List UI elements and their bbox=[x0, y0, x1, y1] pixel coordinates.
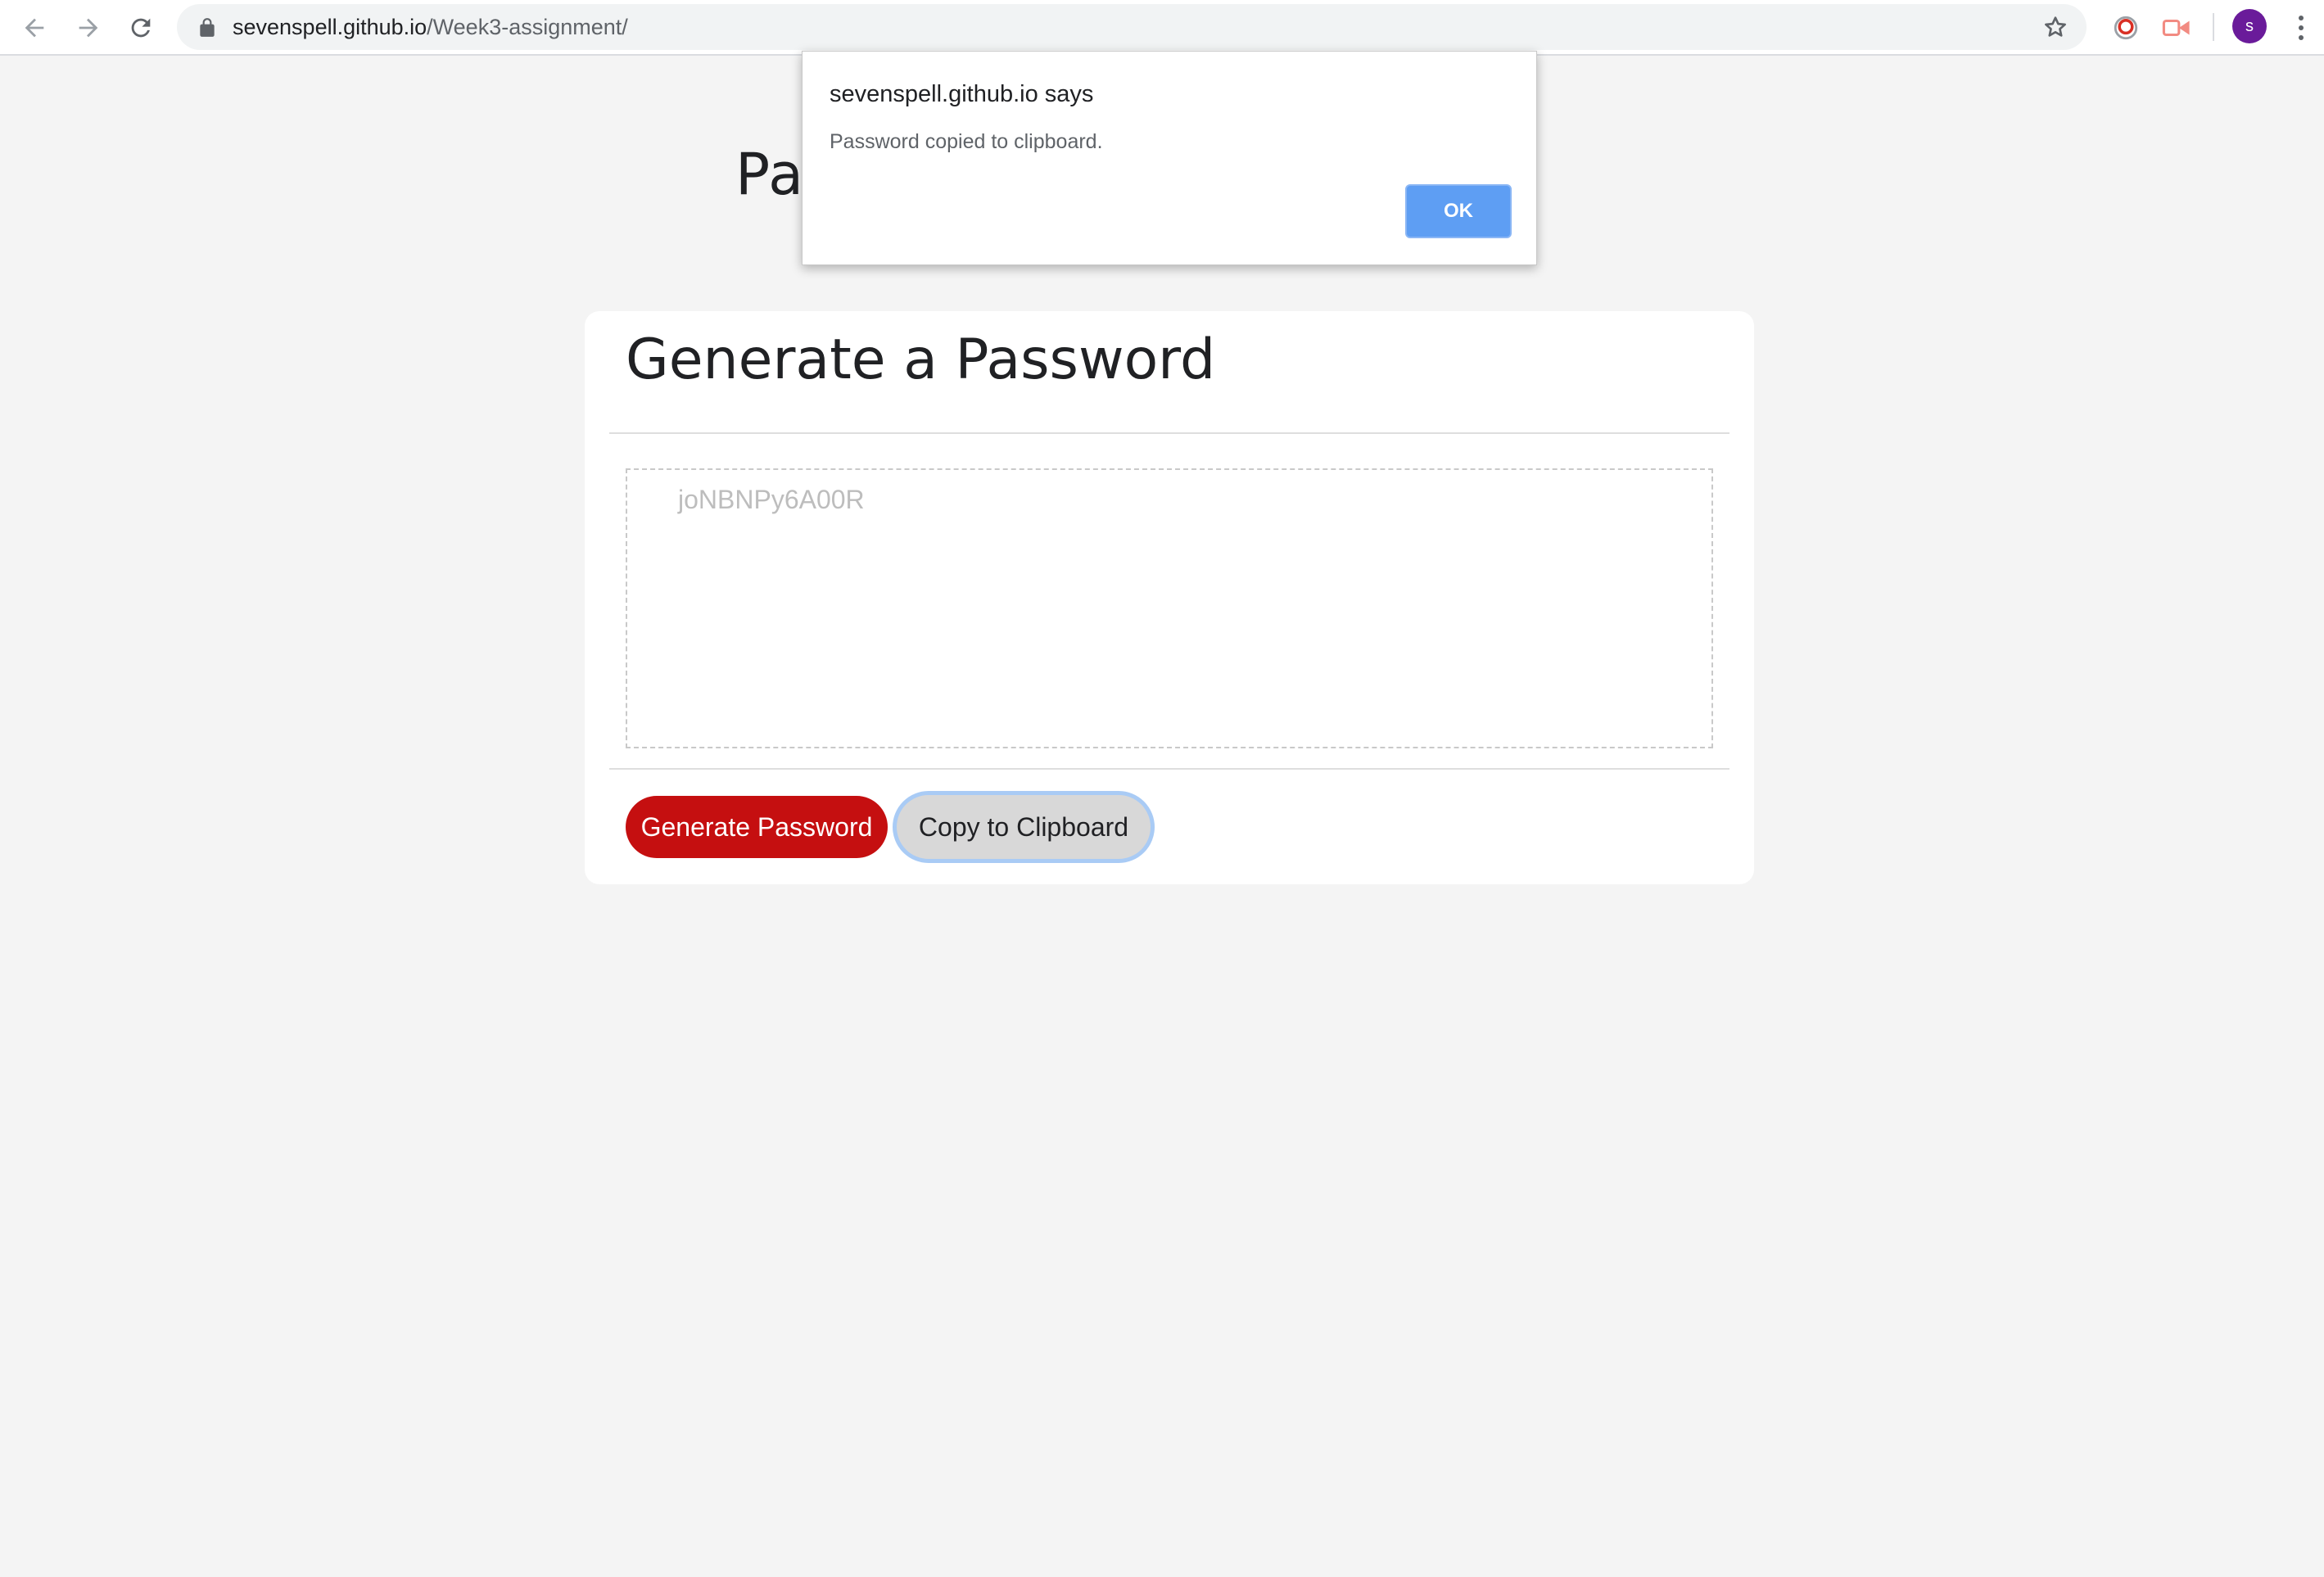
url-text: sevenspell.github.io/Week3-assignment/ bbox=[233, 14, 628, 40]
password-card: Generate a Password joNBNPy6A00R Generat… bbox=[585, 311, 1754, 884]
extension-video-button[interactable] bbox=[2159, 10, 2195, 46]
dialog-title: sevenspell.github.io says bbox=[830, 81, 1094, 107]
extension-ring-icon bbox=[2114, 16, 2138, 40]
star-icon[interactable] bbox=[2042, 14, 2069, 40]
url-host: sevenspell.github.io bbox=[233, 15, 427, 39]
dialog-message: Password copied to clipboard. bbox=[830, 130, 1103, 153]
back-button[interactable] bbox=[15, 8, 54, 47]
card-divider-bottom bbox=[609, 768, 1729, 770]
arrow-right-icon bbox=[79, 18, 98, 38]
card-divider-top bbox=[609, 432, 1729, 434]
dialog-ok-button[interactable]: OK bbox=[1405, 184, 1512, 238]
generate-password-button[interactable]: Generate Password bbox=[626, 796, 888, 858]
profile-avatar[interactable]: s bbox=[2232, 9, 2267, 43]
more-vert-icon[interactable] bbox=[2285, 11, 2317, 44]
url-path: /Week3-assignment/ bbox=[427, 15, 628, 39]
lock-icon bbox=[200, 18, 215, 37]
extension-ring-button[interactable] bbox=[2108, 10, 2144, 46]
reload-button[interactable] bbox=[121, 8, 161, 47]
extension-video-icon bbox=[2162, 19, 2190, 37]
copy-to-clipboard-button[interactable]: Copy to Clipboard bbox=[893, 791, 1155, 863]
address-bar[interactable]: sevenspell.github.io/Week3-assignment/ bbox=[177, 4, 2087, 50]
reload-icon bbox=[131, 18, 151, 38]
arrow-left-icon bbox=[25, 18, 44, 38]
toolbar-separator bbox=[2213, 13, 2214, 41]
browser-toolbar: sevenspell.github.io/Week3-assignment/ s bbox=[0, 0, 2324, 56]
forward-button[interactable] bbox=[69, 8, 108, 47]
password-value: joNBNPy6A00R bbox=[678, 485, 865, 514]
card-title: Generate a Password bbox=[626, 328, 1216, 392]
password-textarea[interactable]: joNBNPy6A00R bbox=[626, 468, 1713, 748]
alert-dialog: sevenspell.github.io says Password copie… bbox=[802, 51, 1537, 265]
